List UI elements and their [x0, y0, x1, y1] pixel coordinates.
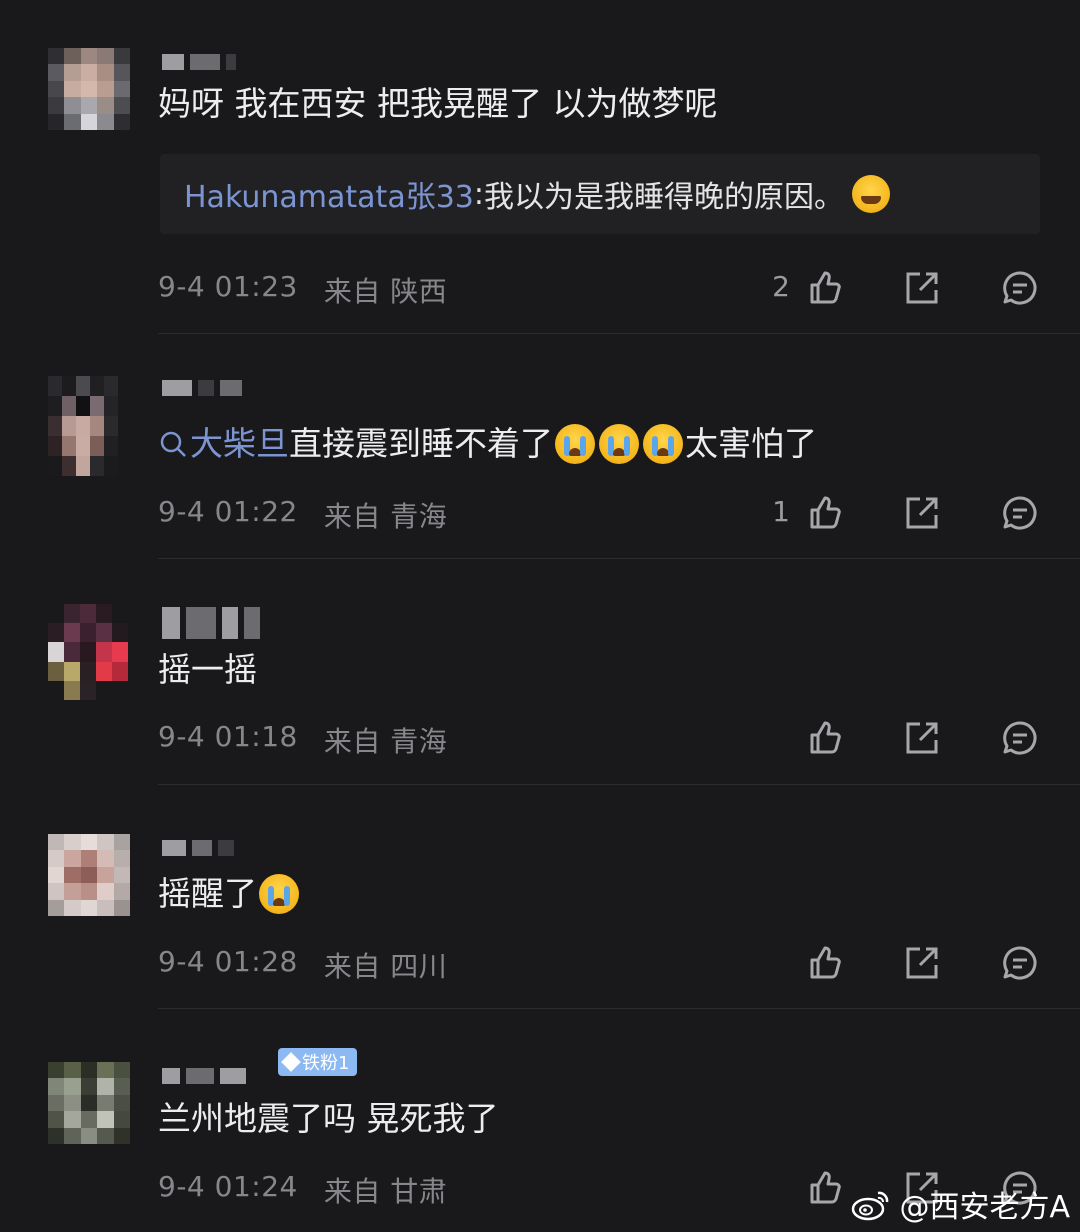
thumbs-up-icon[interactable] [804, 718, 844, 758]
comment-text: 摇醒了 [158, 872, 301, 916]
divider [158, 558, 1080, 559]
crying-emoji [599, 424, 639, 464]
location-info: 来自 青海 [323, 725, 448, 758]
share-icon[interactable] [902, 493, 942, 533]
avatar[interactable] [48, 1062, 130, 1144]
comment-text: 妈呀 我在西安 把我晃醒了 以为做梦呢 [158, 84, 718, 123]
timestamp: 9-4 01:24 [158, 1170, 298, 1203]
username-redacted[interactable] [162, 378, 242, 398]
share-icon[interactable] [902, 943, 942, 983]
divider [158, 333, 1080, 334]
timestamp: 9-4 01:28 [158, 945, 298, 978]
comment-meta: 9-4 01:23 来自 陕西 [158, 270, 447, 310]
comment-text: 大柴旦 直接震到睡不着了 太害怕了 [158, 422, 817, 466]
username-redacted[interactable] [162, 1066, 246, 1086]
smile-emoji [852, 175, 890, 213]
timestamp: 9-4 01:23 [158, 270, 298, 303]
comment-text: 兰州地震了吗 晃死我了 [158, 1099, 499, 1138]
comment-actions [760, 718, 1050, 758]
username-redacted[interactable] [162, 606, 260, 640]
comment-icon[interactable] [1000, 493, 1040, 533]
thumbs-up-icon[interactable] [804, 943, 844, 983]
thumbs-up-icon[interactable] [804, 493, 844, 533]
fan-badge[interactable]: 铁粉1 [278, 1048, 358, 1076]
timestamp: 9-4 01:22 [158, 495, 298, 528]
crying-emoji [555, 424, 595, 464]
weibo-logo-icon [852, 1191, 889, 1221]
comment-actions [760, 943, 1050, 983]
like-count: 2 [772, 270, 790, 303]
comment-text: 摇一摇 [158, 650, 257, 689]
comment-icon[interactable] [1000, 268, 1040, 308]
topic-link[interactable]: 大柴旦 [190, 422, 289, 466]
timestamp: 9-4 01:18 [158, 720, 298, 753]
username-redacted[interactable] [162, 838, 234, 858]
watermark-text: @西安老方A [899, 1190, 1070, 1225]
reply-username[interactable]: Hakunamatata张33 [184, 172, 474, 216]
weibo-watermark: @西安老方A [851, 1182, 1070, 1226]
divider [158, 784, 1080, 785]
username-redacted[interactable] [162, 52, 236, 72]
comment-icon[interactable] [1000, 718, 1040, 758]
location-info: 来自 四川 [323, 950, 448, 983]
reply-text: 我以为是我睡得晚的原因。 [484, 180, 844, 215]
crying-emoji [259, 874, 299, 914]
location-info: 来自 青海 [323, 500, 448, 533]
divider [158, 1008, 1080, 1009]
avatar[interactable] [48, 604, 128, 700]
location-info: 来自 甘肃 [323, 1175, 448, 1208]
thumbs-up-icon[interactable] [804, 268, 844, 308]
avatar[interactable] [48, 48, 130, 130]
search-icon [160, 431, 186, 457]
avatar[interactable] [48, 834, 130, 916]
comment-meta: 9-4 01:28 来自 四川 [158, 945, 447, 985]
diamond-icon [281, 1052, 301, 1072]
comment-icon[interactable] [1000, 943, 1040, 983]
location-info: 来自 陕西 [323, 275, 448, 308]
avatar[interactable] [48, 376, 118, 476]
like-count: 1 [772, 495, 790, 528]
reply-preview[interactable]: Hakunamatata张33: 我以为是我睡得晚的原因。 [160, 154, 1040, 234]
share-icon[interactable] [902, 718, 942, 758]
share-icon[interactable] [902, 268, 942, 308]
comment-actions: 1 [760, 493, 1050, 533]
crying-emoji [643, 424, 683, 464]
comment-meta: 9-4 01:24 来自 甘肃 [158, 1170, 447, 1210]
reply-separator: : [473, 176, 484, 212]
thumbs-up-icon[interactable] [804, 1168, 844, 1208]
comment-meta: 9-4 01:18 来自 青海 [158, 720, 447, 760]
comment-meta: 9-4 01:22 来自 青海 [158, 495, 447, 535]
comment-actions: 2 [760, 268, 1050, 308]
